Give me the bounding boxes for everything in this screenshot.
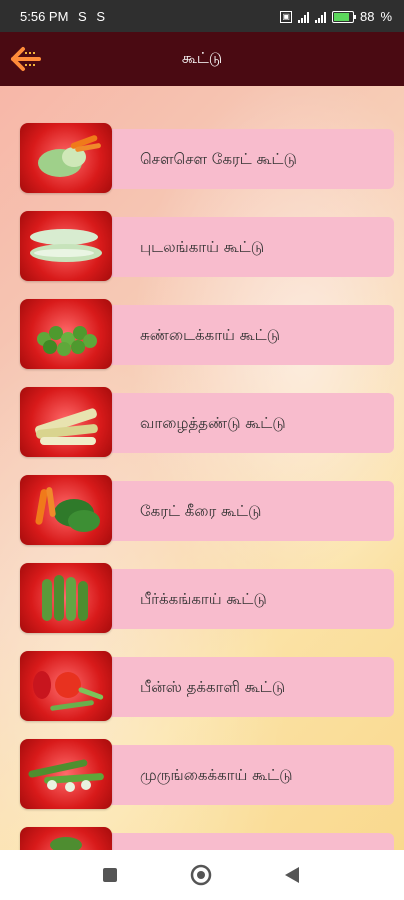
carrot-greens-image — [20, 475, 112, 545]
list-item-label: கேரட் கீரை கூட்டு — [140, 502, 262, 520]
chayote-carrot-image — [20, 123, 112, 193]
list-item-partial[interactable] — [20, 827, 396, 850]
battery-icon — [331, 10, 356, 23]
list-item-label: பீர்க்கங்காய் கூட்டு — [140, 590, 267, 608]
list-item-bar — [104, 833, 394, 850]
app-bar: கூட்டு — [0, 32, 404, 86]
battery-level: 88 — [359, 9, 375, 24]
list-item[interactable]: சுண்டைக்காய் கூட்டு — [20, 299, 396, 371]
home-button[interactable] — [190, 864, 212, 890]
status-indicator-1: S — [78, 9, 87, 24]
volte-icon: ▣ — [280, 10, 292, 23]
list-item[interactable]: புடலங்காய் கூட்டு — [20, 211, 396, 283]
list-item[interactable]: பீர்க்கங்காய் கூட்டு — [20, 563, 396, 635]
status-time: 5:56 PM — [20, 9, 69, 24]
list-item-label: சுண்டைக்காய் கூட்டு — [140, 326, 281, 344]
list-item[interactable]: முருங்கைக்காய் கூட்டு — [20, 739, 396, 811]
circle-icon — [190, 864, 212, 886]
beans-tomato-image — [20, 651, 112, 721]
back-nav-button[interactable] — [284, 866, 300, 888]
turkey-berry-image — [20, 299, 112, 369]
list-item[interactable]: சௌசௌ கேரட் கூட்டு — [20, 123, 396, 195]
list-item-label: புடலங்காய் கூட்டு — [140, 238, 265, 256]
list-item-label: வாழைத்தண்டு கூட்டு — [140, 414, 286, 432]
status-right: ▣ 88% — [280, 9, 392, 24]
battery-percent-sign: % — [380, 9, 392, 24]
system-nav-bar — [0, 850, 404, 900]
list-item[interactable]: பீன்ஸ் தக்காளி கூட்டு — [20, 651, 396, 723]
drumstick-image — [20, 739, 112, 809]
recipe-list: சௌசௌ கேரட் கூட்டு புடலங்காய் கூட்டு சுண்… — [0, 86, 404, 850]
snake-gourd-image — [20, 211, 112, 281]
banana-stem-image — [20, 387, 112, 457]
triangle-back-icon — [285, 867, 299, 883]
ridge-gourd-image — [20, 563, 112, 633]
vegetable-image — [20, 827, 112, 850]
list-item-label: முருங்கைக்காய் கூட்டு — [140, 766, 293, 784]
status-indicator-2: S — [96, 9, 106, 24]
signal-icon — [297, 11, 309, 23]
square-icon — [103, 868, 117, 882]
list-item-label: சௌசௌ கேரட் கூட்டு — [140, 150, 297, 168]
recents-button[interactable] — [102, 867, 118, 887]
page-title: கூட்டு — [181, 49, 223, 67]
status-left: 5:56 PM S S — [20, 9, 105, 24]
list-item-label: பீன்ஸ் தக்காளி கூட்டு — [140, 678, 286, 696]
status-bar: 5:56 PM S S ▣ 88% — [0, 0, 404, 32]
list-item[interactable]: கேரட் கீரை கூட்டு — [20, 475, 396, 547]
signal-icon-2 — [314, 11, 326, 23]
list-item[interactable]: வாழைத்தண்டு கூட்டு — [20, 387, 396, 459]
